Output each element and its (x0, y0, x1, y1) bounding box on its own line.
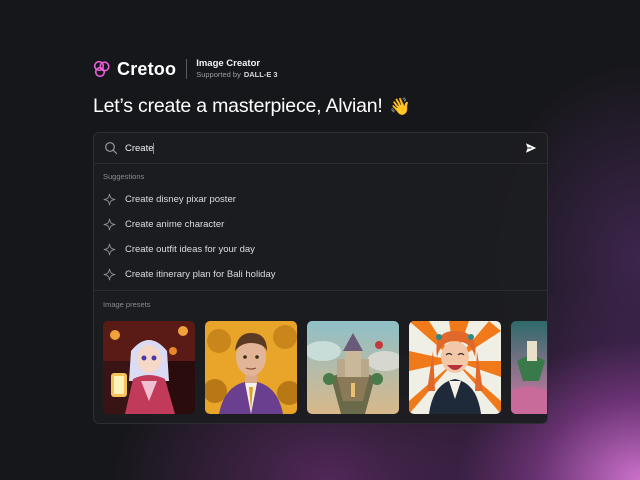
preset-man-purple-suit-image[interactable] (205, 321, 297, 414)
suggestion-label: Create itinerary plan for Bali holiday (125, 269, 276, 280)
sparkle-icon (103, 193, 116, 206)
waving-hand-emoji: 👋 (389, 97, 411, 116)
prompt-panel: Suggestions Create disney pixar poster C… (93, 132, 548, 424)
product-info: Image Creator Supported by DALL-E 3 (196, 57, 278, 80)
prompt-input[interactable] (125, 140, 505, 156)
suggestion-item[interactable]: Create disney pixar poster (94, 187, 547, 212)
preset-floating-castle-image[interactable] (307, 321, 399, 414)
supported-by: Supported by DALL-E 3 (196, 70, 278, 80)
app-header: Cretoo Image Creator Supported by DALL-E … (93, 57, 278, 81)
text-caret (153, 143, 154, 154)
sparkle-icon (103, 243, 116, 256)
suggestion-label: Create anime character (125, 219, 225, 230)
headline-text: Let’s create a masterpiece, Alvian! (93, 95, 383, 117)
product-title: Image Creator (196, 57, 261, 69)
sparkle-icon (103, 268, 116, 281)
preset-floating-islands-image[interactable] (511, 321, 547, 414)
supported-by-value: DALL-E 3 (243, 70, 278, 80)
supported-by-label: Supported by (196, 70, 241, 80)
brand-name: Cretoo (117, 58, 177, 79)
cretoo-logo-icon (93, 60, 110, 78)
suggestion-label: Create outfit ideas for your day (125, 244, 255, 255)
search-icon (105, 142, 118, 155)
suggestion-item[interactable]: Create anime character (94, 212, 547, 237)
page-title: Let’s create a masterpiece, Alvian! 👋 (93, 95, 411, 118)
sparkle-icon (103, 218, 116, 231)
image-presets-row (103, 321, 547, 414)
presets-label: Image presets (103, 300, 151, 309)
section-divider (94, 290, 547, 291)
suggestion-label: Create disney pixar poster (125, 194, 236, 205)
suggestions-label: Suggestions (103, 172, 145, 181)
search-bar (94, 133, 547, 164)
suggestion-item[interactable]: Create outfit ideas for your day (94, 237, 547, 262)
suggestion-item[interactable]: Create itinerary plan for Bali holiday (94, 262, 547, 287)
preset-anime-girl-image[interactable] (103, 321, 195, 414)
send-icon[interactable] (525, 142, 537, 154)
suggestions-list: Create disney pixar poster Create anime … (94, 187, 547, 287)
header-divider (186, 59, 188, 79)
preset-laughing-woman-image[interactable] (409, 321, 501, 414)
